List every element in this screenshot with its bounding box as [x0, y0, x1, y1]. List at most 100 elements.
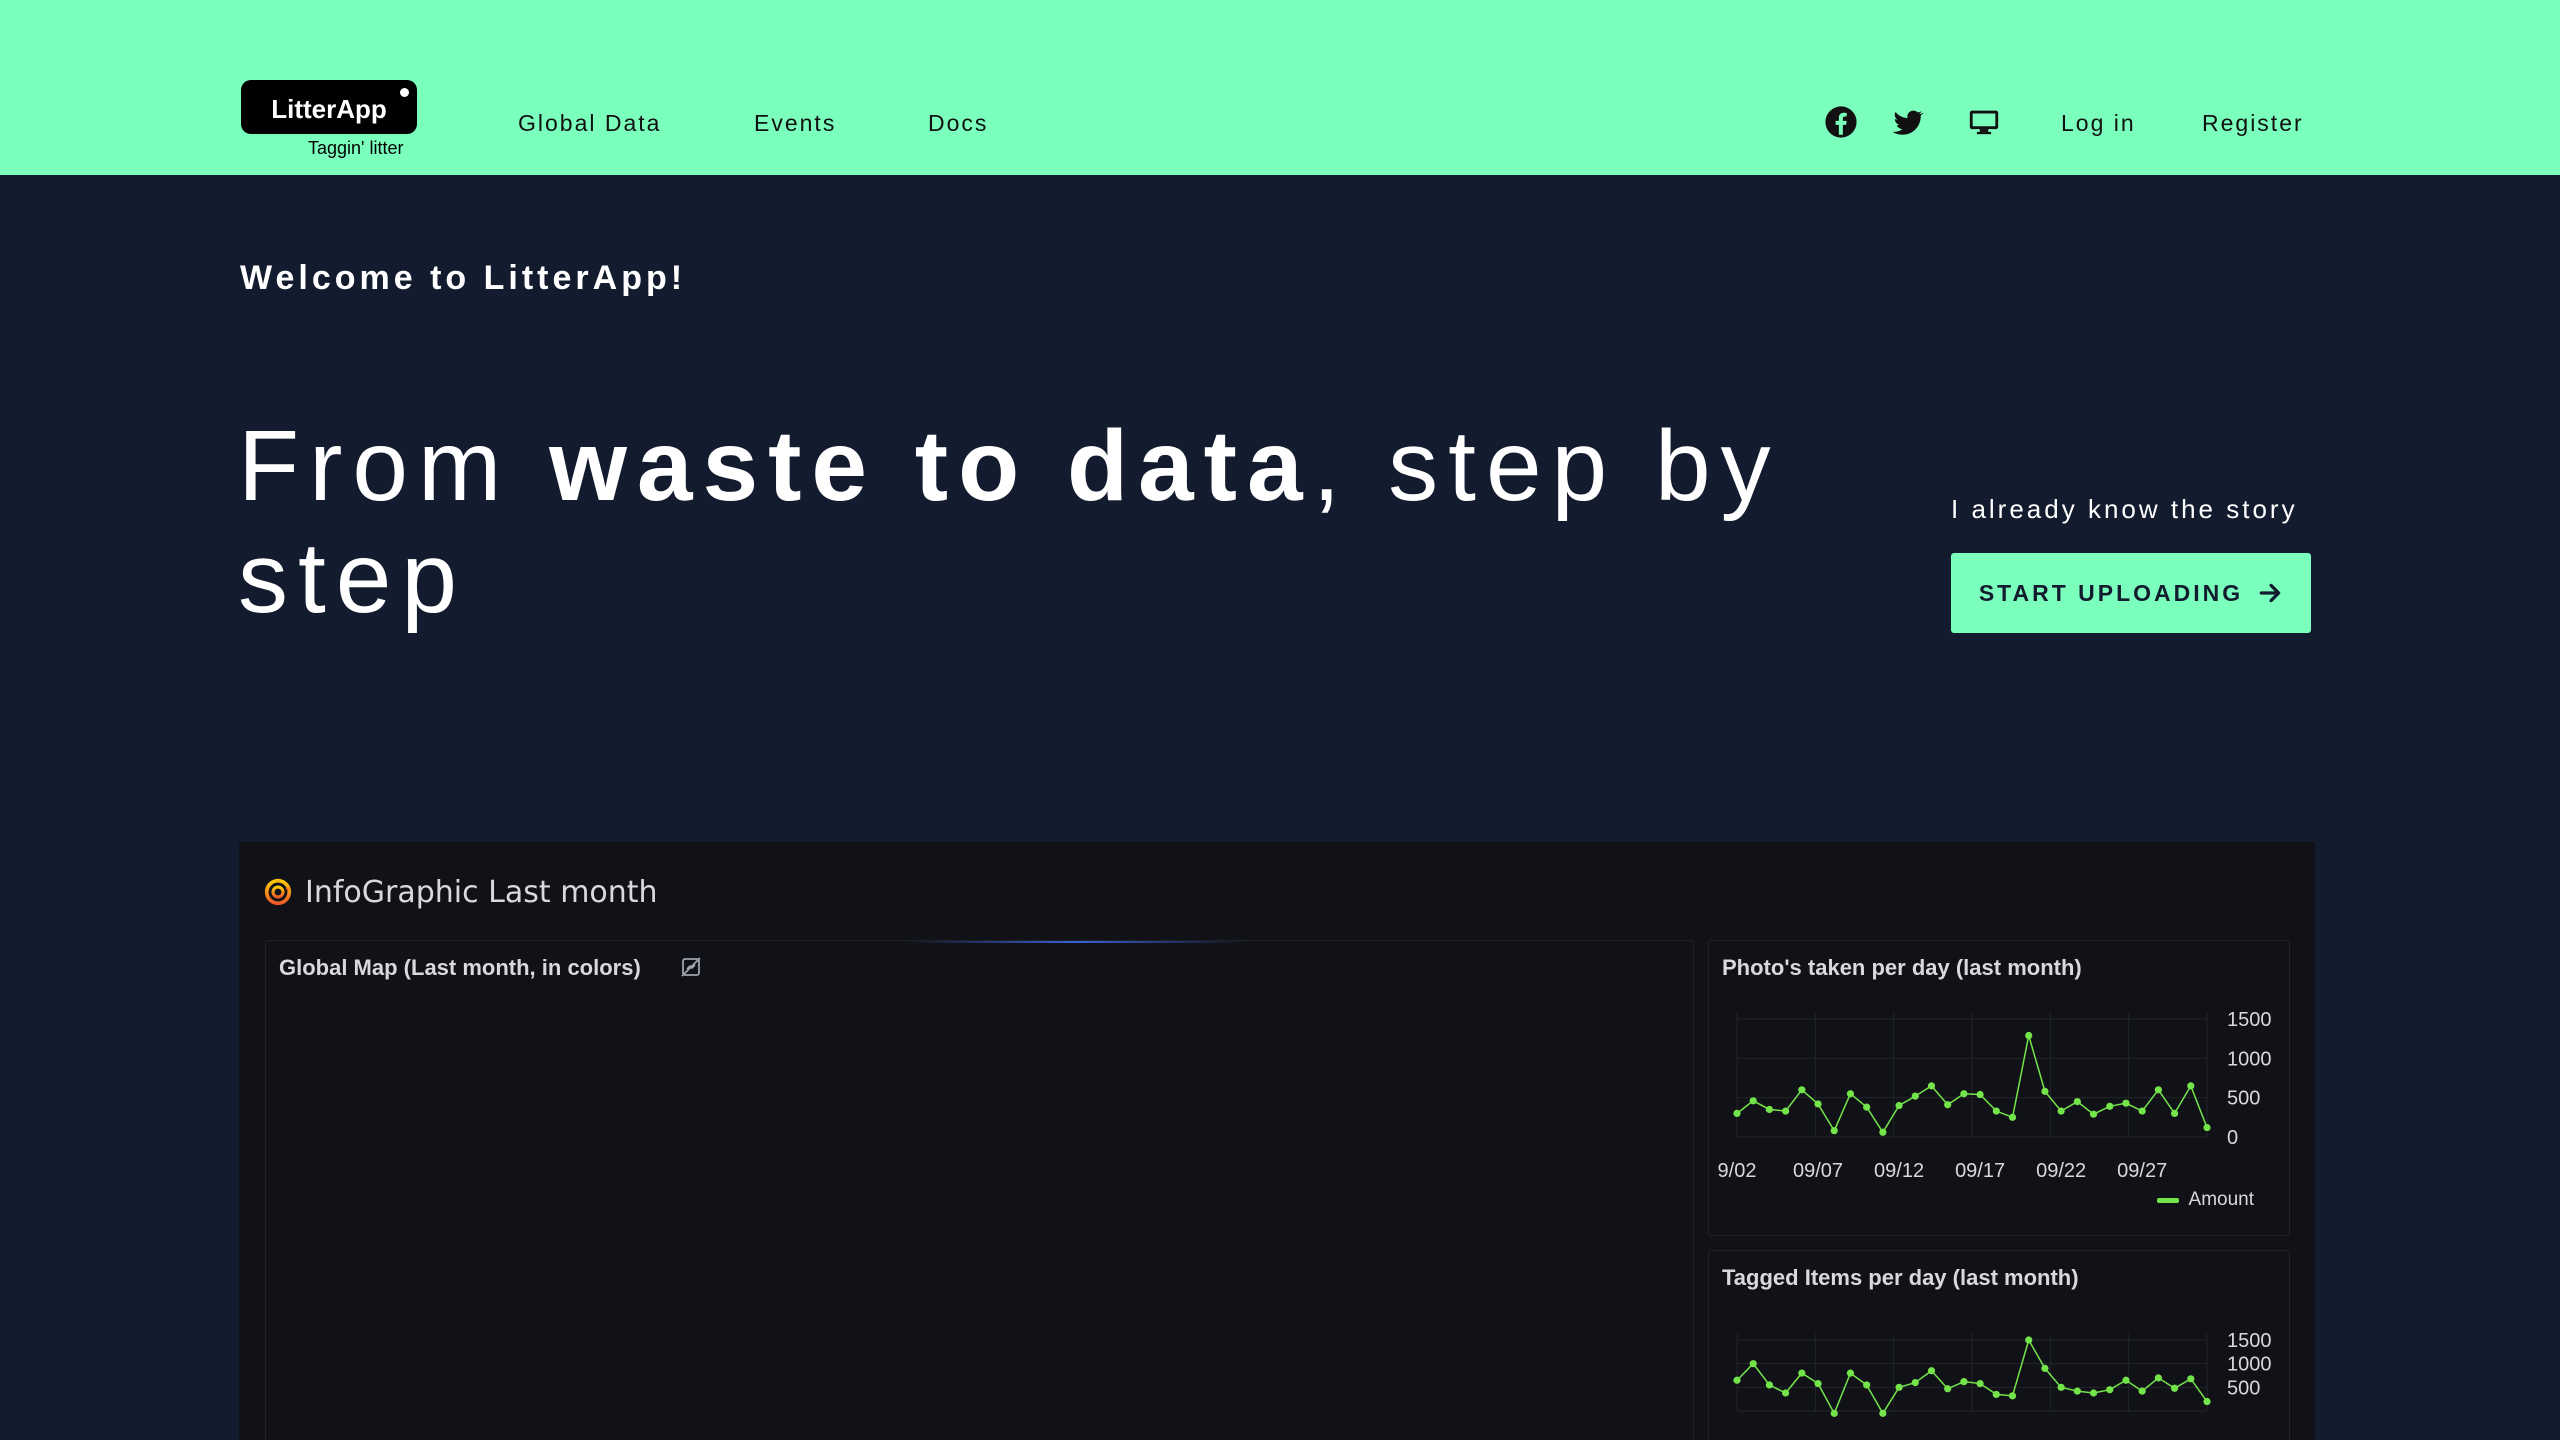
y-tick-label: 500 — [2227, 1377, 2260, 1399]
data-point — [2170, 1384, 2179, 1392]
data-point — [2073, 1387, 2081, 1395]
global-map-panel[interactable]: Global Map (Last month, in colors) — [265, 940, 1694, 1440]
data-point — [2187, 1082, 2195, 1090]
x-tick-label: 9/02 — [1718, 1160, 1757, 1182]
dashboard-title: InfoGraphic Last month — [305, 875, 658, 910]
data-point — [2008, 1392, 2017, 1400]
logo[interactable]: LitterApp — [241, 80, 417, 134]
data-point — [2089, 1389, 2098, 1397]
data-point — [2122, 1099, 2130, 1107]
data-point — [2106, 1102, 2114, 1110]
data-point — [1749, 1360, 1757, 1368]
data-point — [1927, 1082, 1936, 1090]
data-point — [1733, 1109, 1741, 1117]
tagged-panel[interactable]: Tagged Items per day (last month) 1500 10… — [1708, 1250, 2290, 1440]
infographic-dashboard: InfoGraphic Last month Global Map (Last … — [239, 842, 2315, 1440]
legend-swatch — [2156, 1197, 2179, 1203]
data-point — [2057, 1383, 2065, 1391]
data-point — [1846, 1090, 1855, 1098]
register-link[interactable]: Register — [2202, 110, 2304, 137]
y-tick-label: 1000 — [2227, 1354, 2272, 1376]
y-tick-label: 1000 — [2227, 1048, 2272, 1070]
x-tick-label: 09/22 — [2036, 1160, 2086, 1182]
data-point — [2041, 1364, 2049, 1372]
data-point — [1798, 1369, 1806, 1377]
welcome-heading: Welcome to LitterApp! — [240, 259, 687, 297]
data-point — [2154, 1086, 2162, 1094]
loading-bar — [906, 941, 1246, 943]
data-point — [2203, 1397, 2211, 1406]
legend-label: Amount — [2188, 1189, 2254, 1210]
data-point — [1879, 1128, 1887, 1136]
twitter-icon[interactable] — [1891, 105, 1925, 139]
data-point — [2138, 1387, 2146, 1395]
x-tick-label: 09/27 — [2117, 1160, 2167, 1182]
x-tick-label: 09/17 — [1955, 1160, 2005, 1182]
data-point — [2154, 1374, 2162, 1382]
story-link[interactable]: I already know the story — [1951, 494, 2298, 525]
data-point — [1895, 1101, 1903, 1110]
data-point — [1765, 1105, 1774, 1114]
data-point — [2170, 1109, 2179, 1117]
data-point — [2089, 1110, 2098, 1118]
cta-label: START UPLOADING — [1978, 579, 2244, 606]
y-tick-label: 1500 — [2227, 1009, 2272, 1031]
data-point — [2073, 1098, 2081, 1106]
tagged-chart: 15001000500 — [1733, 1330, 2272, 1417]
top-header: LitterApp Taggin' litter Global Data Eve… — [0, 0, 2560, 175]
data-point — [1976, 1090, 1984, 1099]
nav-events[interactable]: Events — [754, 110, 836, 137]
facebook-icon[interactable] — [1824, 105, 1858, 139]
data-point — [1992, 1390, 2000, 1399]
start-uploading-button[interactable]: START UPLOADING — [1951, 553, 2311, 633]
data-point — [1798, 1086, 1806, 1094]
logo-dot — [400, 88, 409, 97]
data-point — [2008, 1113, 2017, 1121]
headline-pre: From — [238, 410, 550, 522]
data-point — [1749, 1097, 1757, 1105]
y-tick-label: 1500 — [2227, 1330, 2272, 1352]
data-point — [1992, 1107, 2000, 1115]
data-point — [1863, 1381, 1871, 1389]
logo-tagline: Taggin' litter — [308, 138, 404, 158]
data-point — [1782, 1107, 1790, 1115]
data-point — [1911, 1379, 1919, 1387]
data-point — [2041, 1087, 2049, 1095]
data-point — [1814, 1379, 1822, 1388]
arrow-right-icon — [2259, 583, 2281, 603]
nav-docs[interactable]: Docs — [928, 110, 988, 137]
data-point — [1879, 1409, 1887, 1417]
data-point — [1911, 1092, 1919, 1100]
monitor-icon[interactable] — [1967, 105, 2001, 139]
link-off-icon[interactable] — [679, 955, 703, 979]
data-point — [1830, 1409, 1838, 1417]
y-tick-label: 500 — [2227, 1088, 2260, 1110]
data-point — [2138, 1107, 2146, 1115]
data-point — [2025, 1031, 2033, 1040]
data-point — [1960, 1378, 1968, 1386]
login-link[interactable]: Log in — [2061, 110, 2136, 137]
data-point — [1927, 1367, 1936, 1375]
x-tick-label: 09/12 — [1874, 1160, 1924, 1182]
data-point — [2122, 1376, 2130, 1384]
data-point — [2203, 1123, 2211, 1132]
data-point — [1863, 1103, 1871, 1111]
logo-text: LitterApp — [271, 94, 387, 124]
data-point — [1782, 1389, 1790, 1397]
hero-headline: From waste to data, step by step — [238, 410, 1938, 634]
data-point — [1944, 1101, 1952, 1109]
headline-bold: waste to data — [549, 410, 1313, 522]
legend[interactable]: Amount — [2156, 1189, 2254, 1211]
y-tick-label: 0 — [2227, 1127, 2238, 1149]
data-point — [2025, 1336, 2033, 1344]
photos-panel[interactable]: Photo's taken per day (last month) 1500 1… — [1708, 940, 2290, 1236]
data-point — [2057, 1107, 2065, 1115]
data-point — [1765, 1381, 1774, 1389]
data-point — [1895, 1383, 1903, 1391]
nav-global-data[interactable]: Global Data — [518, 110, 661, 137]
data-point — [1733, 1376, 1741, 1384]
map-panel-title: Global Map (Last month, in colors) — [279, 955, 641, 980]
data-point — [1814, 1100, 1822, 1108]
x-tick-label: 09/07 — [1793, 1160, 1843, 1182]
data-point — [2106, 1386, 2114, 1394]
